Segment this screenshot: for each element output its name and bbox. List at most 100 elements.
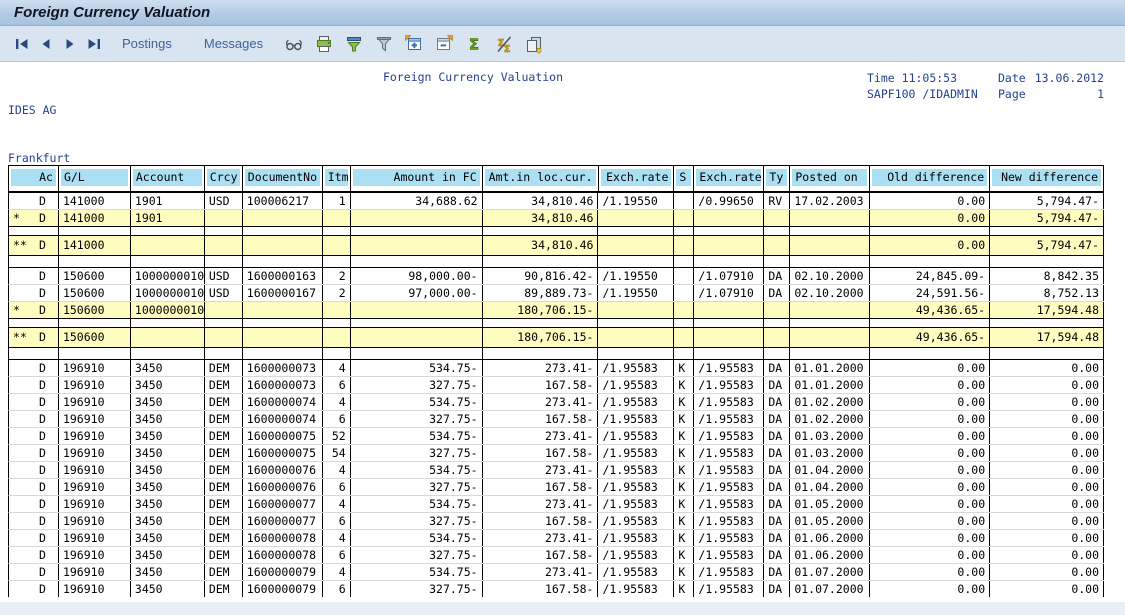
page-value: 1 — [1097, 86, 1104, 102]
cell-ty: DA — [764, 445, 790, 461]
cell-old: 0.00 — [870, 377, 990, 393]
cell-acct: 1000000010 — [131, 268, 205, 284]
cell-posted: 01.04.2000 — [790, 479, 870, 495]
column-header-gl[interactable]: G/L — [59, 166, 131, 191]
column-header-doc[interactable]: DocumentNo — [243, 166, 323, 191]
cell-acct: 3450 — [131, 496, 205, 512]
cell-fc: 534.75- — [351, 394, 483, 410]
cell-newd — [990, 348, 1104, 359]
cell-old: 24,845.09- — [870, 268, 990, 284]
column-header-newd[interactable]: New difference — [990, 166, 1104, 191]
cell-er2 — [694, 236, 764, 255]
subtotal-button[interactable]: Σ Σ — [493, 33, 515, 55]
collapse-button[interactable] — [433, 33, 455, 55]
cell-doc: 1600000163 — [243, 268, 323, 284]
table-row[interactable]: D1969103450DEM16000000736327.75-167.58-/… — [8, 377, 1104, 394]
cell-er2: /1.95583 — [694, 479, 764, 495]
cell-er2: /1.95583 — [694, 462, 764, 478]
table-row[interactable]: D1969103450DEM16000000794534.75-273.41-/… — [8, 564, 1104, 581]
display-button[interactable] — [283, 33, 305, 55]
table-row[interactable]: D1506001000000010USD1600000167297,000.00… — [8, 285, 1104, 302]
copy-to-clipboard-button[interactable] — [523, 33, 545, 55]
subtotal-icon: Σ Σ — [494, 34, 514, 54]
table-row[interactable]: D1969103450DEM16000000774534.75-273.41-/… — [8, 496, 1104, 513]
table-row[interactable]: D1969103450DEM16000000786327.75-167.58-/… — [8, 547, 1104, 564]
last-page-button[interactable] — [84, 34, 104, 54]
cell-ac: D — [9, 394, 59, 410]
table-row[interactable]: D1969103450DEM16000000776327.75-167.58-/… — [8, 513, 1104, 530]
column-header-fc[interactable]: Amount in FC — [351, 166, 483, 191]
first-page-button[interactable] — [12, 34, 32, 54]
cell-doc: 1600000079 — [243, 581, 323, 597]
table-row[interactable]: D1969103450DEM16000000764534.75-273.41-/… — [8, 462, 1104, 479]
sort-descending-button[interactable] — [343, 33, 365, 55]
filter-button[interactable] — [373, 33, 395, 55]
cell-er1: /1.95583 — [598, 530, 674, 546]
cell-posted — [790, 256, 870, 267]
account-type: D — [39, 328, 46, 347]
column-header-s[interactable]: S — [674, 166, 694, 191]
cell-acct — [131, 236, 205, 255]
cell-old: 49,436.65- — [870, 328, 990, 347]
cell-crcy — [205, 227, 243, 235]
company-name: IDES AG — [8, 102, 320, 118]
cell-newd: 0.00 — [990, 428, 1104, 444]
column-header-old[interactable]: Old difference — [870, 166, 990, 191]
cell-er2 — [694, 210, 764, 226]
table-row[interactable]: D1969103450DEM160000007552534.75-273.41-… — [8, 428, 1104, 445]
column-header-er2[interactable]: Exch.rate — [694, 166, 764, 191]
cell-er2: /1.95583 — [694, 496, 764, 512]
subtotal-marker: ** — [13, 328, 27, 347]
cell-fc: 534.75- — [351, 564, 483, 580]
table-row[interactable]: D1969103450DEM16000000734534.75-273.41-/… — [8, 359, 1104, 377]
sum-button[interactable]: Σ — [463, 33, 485, 55]
cell-lc: 180,706.15- — [483, 328, 599, 347]
column-header-ty[interactable]: Ty — [764, 166, 790, 191]
cell-itm: 4 — [323, 360, 351, 376]
account-type: D — [39, 479, 46, 495]
cell-s: K — [674, 530, 694, 546]
cell-acct — [131, 328, 205, 347]
application-toolbar: Postings Messages — [0, 26, 1125, 62]
table-row[interactable]: D1410001901USD100006217134,688.6234,810.… — [8, 192, 1104, 210]
column-header-itm[interactable]: Itm — [323, 166, 351, 191]
cell-fc: 534.75- — [351, 360, 483, 376]
expand-button[interactable] — [403, 33, 425, 55]
column-header-label: Ty — [766, 169, 787, 186]
cell-posted — [790, 348, 870, 359]
table-row[interactable]: D1969103450DEM160000007554327.75-167.58-… — [8, 445, 1104, 462]
column-header-lc[interactable]: Amt.in loc.cur. — [483, 166, 599, 191]
print-button[interactable] — [313, 33, 335, 55]
cell-crcy — [205, 319, 243, 327]
postings-button[interactable]: Postings — [116, 35, 178, 52]
table-row[interactable]: D1969103450DEM16000000796327.75-167.58-/… — [8, 581, 1104, 597]
cell-posted: 01.03.2000 — [790, 428, 870, 444]
column-header-er1[interactable]: Exch.rate — [599, 166, 675, 191]
table-row[interactable]: D1969103450DEM16000000744534.75-273.41-/… — [8, 394, 1104, 411]
column-header-posted[interactable]: Posted on — [790, 166, 870, 191]
cell-s — [674, 285, 694, 301]
table-row[interactable]: D1969103450DEM16000000784534.75-273.41-/… — [8, 530, 1104, 547]
previous-page-button[interactable] — [36, 34, 56, 54]
cell-s — [674, 193, 694, 209]
table-row[interactable]: *D1506001000000010180,706.15-49,436.65-1… — [8, 302, 1104, 319]
account-type: D — [39, 302, 46, 318]
table-row[interactable]: **D150600180,706.15-49,436.65-17,594.48 — [8, 327, 1104, 348]
column-header-acct[interactable]: Account — [131, 166, 205, 191]
cell-doc: 1600000075 — [243, 428, 323, 444]
table-row[interactable]: D1506001000000010USD1600000163298,000.00… — [8, 267, 1104, 285]
table-row[interactable]: *D141000190134,810.460.005,794.47- — [8, 210, 1104, 227]
column-header-crcy[interactable]: Crcy — [205, 166, 243, 191]
spacer-row — [8, 319, 1104, 327]
cell-itm: 6 — [323, 547, 351, 563]
column-header-ac[interactable]: Ac — [9, 166, 59, 191]
table-row[interactable]: **D14100034,810.460.005,794.47- — [8, 235, 1104, 256]
messages-button[interactable]: Messages — [198, 35, 269, 52]
table-row[interactable]: D1969103450DEM16000000746327.75-167.58-/… — [8, 411, 1104, 428]
cell-crcy — [205, 302, 243, 318]
table-row[interactable]: D1969103450DEM16000000766327.75-167.58-/… — [8, 479, 1104, 496]
cell-lc: 167.58- — [483, 547, 599, 563]
cell-er1: /1.95583 — [598, 462, 674, 478]
next-page-button[interactable] — [60, 34, 80, 54]
cell-ty — [764, 348, 790, 359]
